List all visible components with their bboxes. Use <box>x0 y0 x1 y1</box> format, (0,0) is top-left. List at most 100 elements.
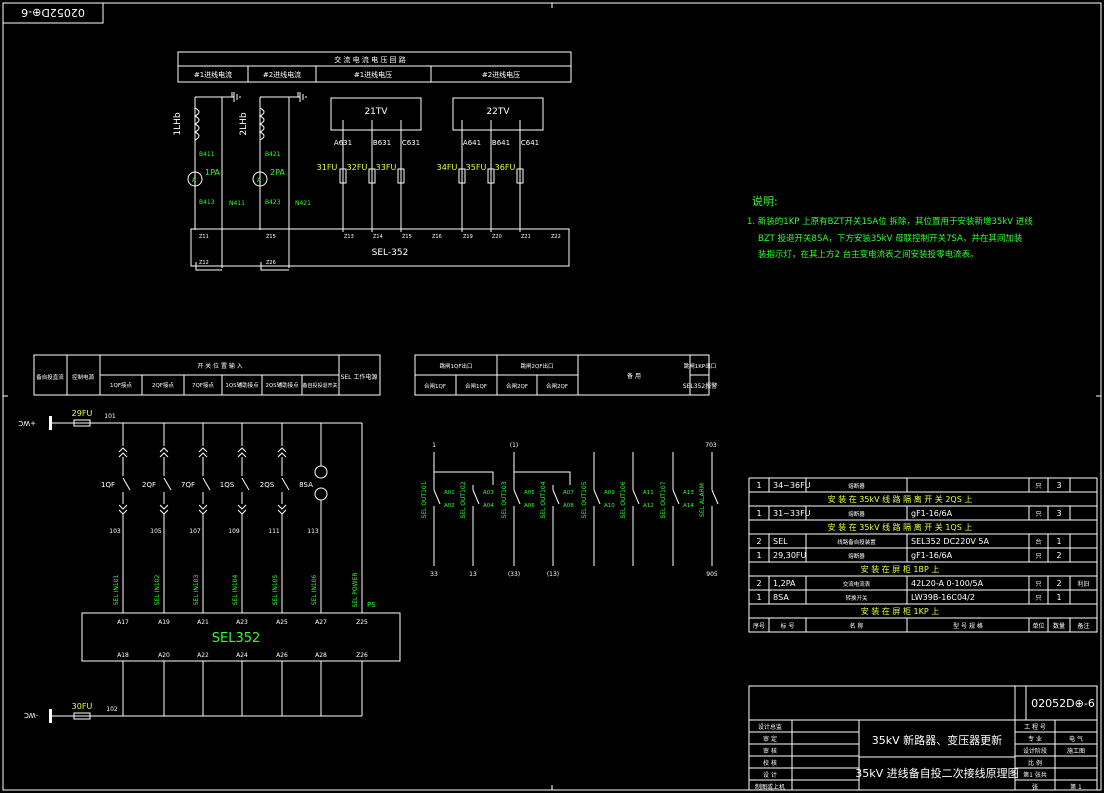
notes-line-3: 装指示灯，在其上方2 台主变电流表之间安装投零电流表。 <box>758 249 979 260</box>
branch-node-3: 109 <box>228 528 240 535</box>
notes: 说明: 1. 新装的1KP 上原有BZT开关1SA位 拆除，其位置用于安装新增3… <box>747 194 1033 260</box>
ac-table: 交 流 电 流 电 压 回 路 #1进线电流 #2进线电流 #1进线电压 #2进… <box>177 51 572 83</box>
out-pin-top-5: A11 <box>643 490 654 496</box>
switch-label-1: 2QF <box>142 481 156 489</box>
output-contact-icon <box>593 489 601 505</box>
ac-col-2: #2进线电流 <box>263 70 301 79</box>
sel-input-0: SEL IN101 <box>113 575 120 606</box>
bom-cell-2-1: 31~33FU <box>773 509 811 518</box>
term-z19: Z19 <box>463 234 473 240</box>
bom-cell-7-3: 42L20-A 0-100/5A <box>911 579 984 588</box>
branch-node-4: 111 <box>268 528 280 535</box>
plug-icon <box>277 504 287 515</box>
sel-input-3: SEL IN104 <box>232 575 239 606</box>
term-z12: Z12 <box>199 260 209 266</box>
bom-cell-2-2: 熔断器 <box>848 510 865 518</box>
out-pin-bot-2: A06 <box>524 503 535 509</box>
bom-cell-7-5: 2 <box>1056 579 1061 588</box>
bot-pin-3: A24 <box>236 652 248 659</box>
out-top-2: (1) <box>510 442 519 449</box>
top-pin-4: A25 <box>276 619 288 626</box>
plug-icon <box>277 447 287 458</box>
out-label-5: SEL OUT106 <box>620 481 627 518</box>
branch-node-5: 113 <box>307 528 319 535</box>
dc-table-h3: 开 关 位 置 输 入 <box>197 362 243 370</box>
output-contact-icon <box>632 489 640 505</box>
out-bot-1: 33 <box>430 571 438 578</box>
term-z26: Z26 <box>266 260 276 266</box>
out-pin-top-6: A13 <box>683 490 694 496</box>
branch-node-2: 107 <box>189 528 201 535</box>
sel-input-5: SEL IN106 <box>311 575 318 606</box>
tb-left-1: 审 定 <box>763 735 777 743</box>
bom-cell-5-1: 29,30FU <box>773 551 807 560</box>
bom-group-6: 安 装 在 屏 柜 1BP 上 <box>861 564 940 574</box>
out-top-3: 703 <box>705 442 717 449</box>
ct-coil-icon-1 <box>193 107 200 141</box>
out-bot-3: (33) <box>508 571 520 578</box>
out-pin-top-4: A09 <box>604 490 615 496</box>
out-pin-top-3: A07 <box>563 490 574 496</box>
ct-coil-icon-2 <box>258 107 265 141</box>
bom-cell-2-3: gF1-16/6A <box>911 509 953 518</box>
ps-label: PS <box>367 601 376 609</box>
bot-pin-0: A18 <box>117 652 129 659</box>
out-label-6: SEL OUT107 <box>660 481 667 518</box>
wire-b421: B421 <box>265 151 281 158</box>
out-bot-5: 905 <box>706 571 718 578</box>
lamp-icon-1 <box>314 465 328 479</box>
out-s2: 合闸1QF <box>465 382 487 390</box>
dc-table-h1: 备自投直流 <box>36 373 64 381</box>
dc-sub-4: 1QS辅助接点 <box>225 381 259 389</box>
term-z15: Z15 <box>402 234 412 240</box>
out-h3: 备 用 <box>627 372 641 380</box>
plug-icon <box>118 504 128 515</box>
output-contact-icon <box>513 489 521 505</box>
ac-circuit: 1LHb A 1PA B411 B413 N411 2LHb A 2PA B42… <box>173 92 570 271</box>
ac-col-1: #1进线电流 <box>194 70 232 79</box>
tb-right-0: 工 程 号 <box>1024 723 1046 731</box>
bom-cell-5-2: 熔断器 <box>848 552 865 560</box>
tb-right-4: 第1 张共 <box>1023 771 1047 779</box>
bom-cell-4-4: 台 <box>1035 538 1041 546</box>
title-block: 02052D⊕-6 35kV 新路器、变压器更新 35kV 进线备自投二次接线原… <box>748 685 1098 791</box>
plug-icon <box>159 504 169 515</box>
tb-left-5: 制图或上机 <box>755 783 785 791</box>
bom-cell-7-1: 1,2PA <box>773 579 796 588</box>
top-pin-3: A23 <box>236 619 248 626</box>
bom-cell-5-5: 2 <box>1056 551 1061 560</box>
bom-cell-8-4: 只 <box>1035 595 1041 602</box>
bom-cell-2-0: 1 <box>756 509 761 518</box>
out-label-0: SEL OUT101 <box>421 481 428 518</box>
title-project: 35kV 新路器、变压器更新 <box>872 733 1002 747</box>
fuse-33fu: 33FU <box>376 163 397 172</box>
top-left-stamp: 02052D⊕-6 <box>21 6 85 19</box>
out-bot-4: (13) <box>547 571 559 578</box>
wire-n411: N411 <box>229 200 245 207</box>
tv1-c: C631 <box>402 139 420 147</box>
fuse-34fu: 34FU <box>437 163 458 172</box>
notes-line-1: 1. 新装的1KP 上原有BZT开关1SA位 拆除，其位置用于安装新增35kV … <box>747 216 1033 227</box>
plug-icon <box>159 447 169 458</box>
tv2-a: A641 <box>463 139 481 147</box>
bom-header-5: 数量 <box>1053 622 1065 630</box>
bom-header-6: 备注 <box>1077 622 1089 630</box>
plug-icon <box>198 447 208 458</box>
bom-header-3: 型 号 规 格 <box>953 622 983 630</box>
out-s5: SEL352报警 <box>683 382 717 390</box>
bom-cell-4-1: SEL <box>773 537 788 546</box>
ground-icon-1 <box>226 92 241 102</box>
out-label-4: SEL OUT105 <box>581 481 588 518</box>
out-circuit: 1 (1) 703 33 13 (33) (13) 905 SEL OUT101… <box>421 442 719 578</box>
tb-left-3: 校 核 <box>763 759 777 767</box>
bom-cell-7-6: 利旧 <box>1077 580 1089 588</box>
out-pin-bot-5: A12 <box>643 503 654 509</box>
sel352-dc-label: SEL352 <box>212 631 261 646</box>
bom-cell-0-0: 1 <box>756 481 761 490</box>
output-contact-icon <box>672 489 680 505</box>
bom-cell-7-2: 交流电流表 <box>843 580 871 588</box>
out-pin-bot-6: A14 <box>683 503 694 509</box>
branch-node-0: 103 <box>109 528 121 535</box>
switch-label-0: 1QF <box>101 481 115 489</box>
term-z15b: Z15 <box>266 234 276 240</box>
